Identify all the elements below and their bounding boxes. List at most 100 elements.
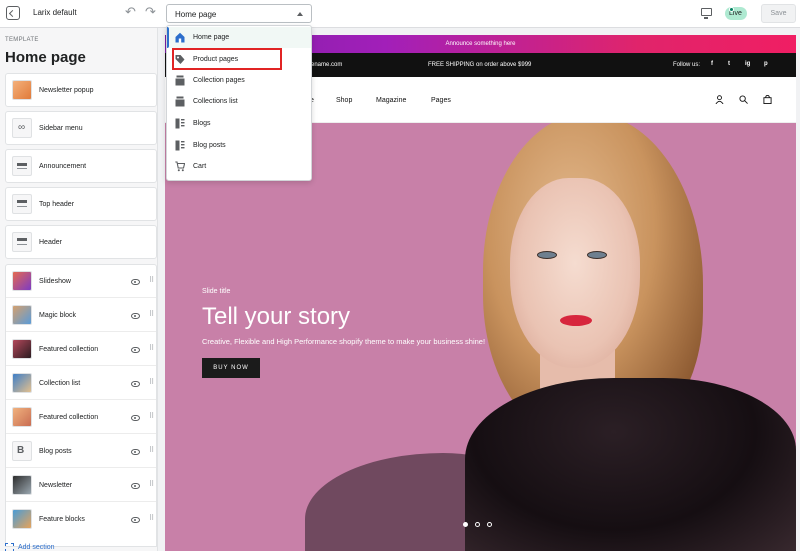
section-label: Magic block — [39, 312, 76, 319]
section-top-header[interactable]: Top header — [5, 187, 157, 221]
section-feature-blocks[interactable]: Feature blocks ⠿ — [6, 503, 156, 536]
section-label: Collection list — [39, 380, 81, 387]
dropdown-item-label: Collections list — [193, 98, 238, 105]
slide-dot-active[interactable] — [463, 522, 468, 527]
hero-image-lips — [560, 315, 592, 326]
section-thumbnail — [12, 475, 32, 495]
slide-title: Tell your story — [202, 303, 351, 330]
drag-handle-icon[interactable]: ⠿ — [149, 277, 154, 284]
theme-name: Larix default — [33, 8, 77, 17]
dropdown-item-label: Blog posts — [193, 142, 226, 149]
nav-item-magazine[interactable]: Magazine — [376, 97, 406, 104]
slide-description: Creative, Flexible and High Performance … — [202, 337, 486, 346]
section-thumbnail — [12, 509, 32, 529]
section-header[interactable]: Header — [5, 225, 157, 259]
drag-handle-icon[interactable]: ⠿ — [149, 345, 154, 352]
eye-icon[interactable] — [131, 381, 140, 387]
home-icon — [175, 32, 185, 43]
collection-icon — [175, 96, 185, 107]
eye-icon[interactable] — [131, 415, 140, 421]
section-announcement[interactable]: Announcement — [5, 149, 157, 183]
follow-label: Follow us: — [673, 62, 701, 68]
dropdown-item-label: Cart — [193, 163, 207, 170]
header-icon — [12, 232, 32, 252]
eye-icon[interactable] — [131, 517, 140, 523]
hero-image-eye — [587, 251, 607, 259]
shipping-text: FREE SHIPPING on order above $999 — [428, 62, 532, 68]
announcement-icon — [12, 156, 32, 176]
section-thumbnail — [12, 305, 32, 325]
save-button[interactable]: Save — [761, 4, 796, 23]
drag-handle-icon[interactable]: ⠿ — [149, 447, 154, 454]
redo-icon[interactable]: ↷ — [145, 5, 156, 18]
drag-handle-icon[interactable]: ⠿ — [149, 311, 154, 318]
drag-handle-icon[interactable]: ⠿ — [149, 413, 154, 420]
section-sidebar-menu[interactable]: ∞ Sidebar menu — [5, 111, 157, 145]
section-slideshow[interactable]: Slideshow ⠿ — [6, 265, 156, 298]
sections-sidebar: TEMPLATE Home page Newsletter popup ∞ Si… — [0, 28, 158, 551]
eye-icon[interactable] — [131, 279, 140, 285]
add-section-icon[interactable] — [5, 543, 14, 551]
eye-icon[interactable] — [131, 313, 140, 319]
section-newsletter-popup[interactable]: Newsletter popup — [5, 73, 157, 107]
account-icon[interactable] — [715, 95, 724, 104]
section-label: Top header — [39, 201, 75, 208]
section-blog-posts[interactable]: B Blog posts ⠿ — [6, 435, 156, 468]
section-featured-collection-2[interactable]: Featured collection ⠿ — [6, 401, 156, 434]
section-label: Sidebar menu — [39, 125, 83, 132]
facebook-icon[interactable]: f — [711, 61, 713, 67]
section-newsletter[interactable]: Newsletter ⠿ — [6, 469, 156, 502]
hero-image-face — [510, 178, 640, 368]
add-section-link[interactable]: Add section — [18, 544, 55, 551]
search-icon[interactable] — [739, 95, 748, 104]
section-label: Header — [39, 239, 62, 246]
top-header-icon — [12, 194, 32, 214]
eye-icon[interactable] — [131, 449, 140, 455]
top-bar: Larix default ↶ ↷ Home page Live Save — [0, 0, 800, 28]
section-magic-block[interactable]: Magic block ⠿ — [6, 299, 156, 332]
dropdown-item-label: Home page — [193, 34, 230, 41]
slide-subtitle: Slide title — [202, 288, 231, 295]
dropdown-item-collections-list[interactable]: Collections list — [167, 91, 311, 112]
drag-handle-icon[interactable]: ⠿ — [149, 481, 154, 488]
slide-dot[interactable] — [487, 522, 492, 527]
hero-image-scarf — [465, 378, 796, 551]
undo-icon[interactable]: ↶ — [125, 5, 136, 18]
section-label: Featured collection — [39, 346, 99, 353]
dropdown-item-home-page[interactable]: Home page — [167, 27, 311, 48]
section-thumbnail — [12, 271, 32, 291]
dropdown-item-blogs[interactable]: Blogs — [167, 113, 311, 134]
drag-handle-icon[interactable]: ⠿ — [149, 379, 154, 386]
blog-icon: B — [12, 441, 32, 461]
exit-icon[interactable] — [6, 6, 20, 20]
nav-item-shop[interactable]: Shop — [336, 97, 352, 104]
drag-handle-icon[interactable]: ⠿ — [149, 515, 154, 522]
slide-dot[interactable] — [475, 522, 480, 527]
contact-email: ename.com — [311, 62, 343, 68]
dropdown-item-collection-pages[interactable]: Collection pages — [167, 70, 311, 91]
dropdown-item-blog-posts[interactable]: Blog posts — [167, 135, 311, 156]
dropdown-item-label: Collection pages — [193, 77, 245, 84]
eye-icon[interactable] — [131, 347, 140, 353]
eye-icon[interactable] — [131, 483, 140, 489]
cart-icon — [175, 161, 185, 172]
blog-icon — [175, 118, 185, 129]
section-thumbnail — [12, 80, 32, 100]
instagram-icon[interactable]: ig — [745, 61, 750, 67]
status-dot-icon — [729, 7, 734, 12]
dropdown-item-cart[interactable]: Cart — [167, 156, 311, 177]
cart-bag-icon[interactable] — [763, 95, 772, 104]
nav-item-pages[interactable]: Pages — [431, 97, 451, 104]
desktop-view-icon[interactable] — [701, 8, 712, 19]
section-thumbnail — [12, 339, 32, 359]
twitter-icon[interactable]: t — [728, 61, 730, 67]
pinterest-icon[interactable]: p — [764, 61, 768, 67]
slideshow-hero: Slide title Tell your story Creative, Fl… — [165, 123, 796, 551]
buy-now-button[interactable]: BUY NOW — [202, 358, 260, 378]
section-collection-list[interactable]: Collection list ⠿ — [6, 367, 156, 400]
page-select[interactable]: Home page — [166, 4, 312, 23]
section-featured-collection[interactable]: Featured collection ⠿ — [6, 333, 156, 366]
section-label: Slideshow — [39, 278, 71, 285]
blog-icon — [175, 140, 185, 151]
section-label: Newsletter popup — [39, 87, 94, 94]
